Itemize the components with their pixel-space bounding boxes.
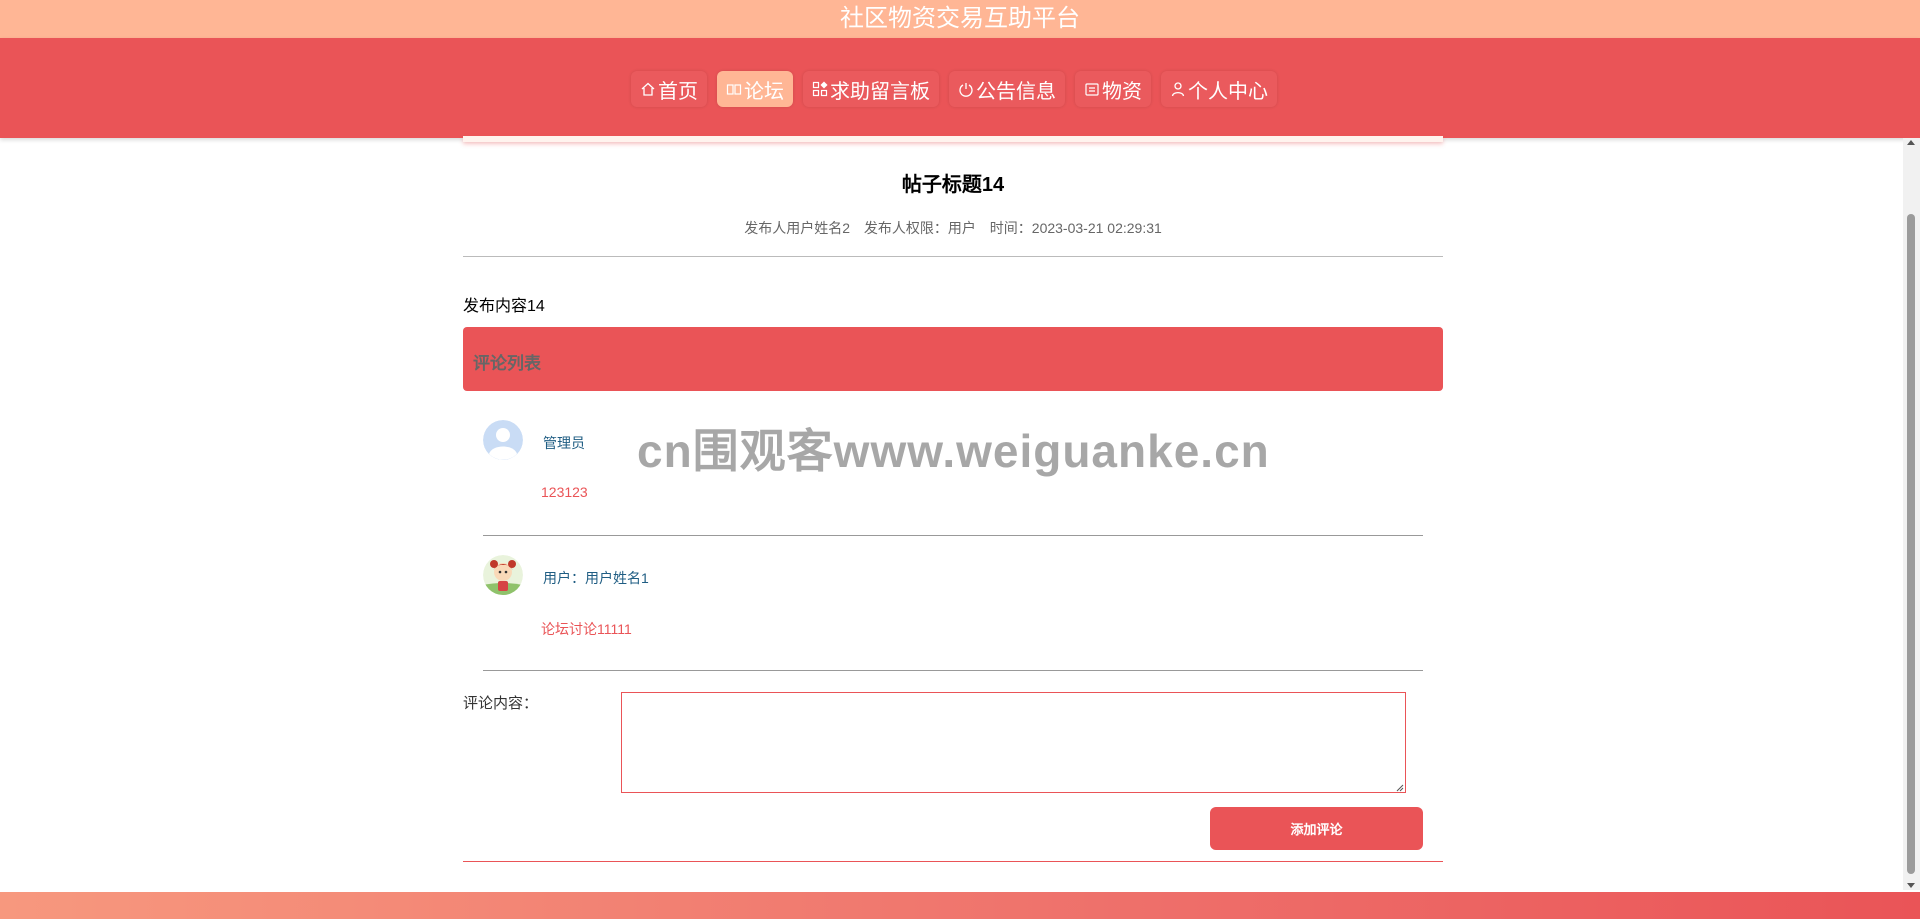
nav-item-help-board[interactable]: 求助留言板 bbox=[803, 71, 939, 107]
nav-item-label: 物资 bbox=[1102, 80, 1142, 103]
post-meta: 发布人用户姓名2 发布人权限：用户 时间：2023-03-21 02:29:31 bbox=[463, 218, 1443, 238]
scrollbar[interactable] bbox=[1903, 138, 1920, 890]
cartoon-avatar-icon bbox=[483, 555, 523, 595]
home-icon bbox=[641, 82, 655, 96]
comment-divider bbox=[483, 535, 1423, 536]
site-title: 社区物资交易互助平台 bbox=[840, 5, 1080, 32]
resize-handle-icon[interactable] bbox=[1396, 784, 1404, 792]
box-icon bbox=[1085, 83, 1099, 96]
nav-item-notice[interactable]: 公告信息 bbox=[949, 71, 1065, 107]
post-author: 发布人用户姓名2 bbox=[744, 220, 850, 236]
post-time: 时间：2023-03-21 02:29:31 bbox=[989, 220, 1162, 236]
grid-icon bbox=[812, 81, 828, 97]
divider bbox=[463, 861, 1443, 862]
scrollbar-thumb[interactable] bbox=[1907, 214, 1915, 874]
power-icon bbox=[959, 83, 973, 97]
add-comment-button[interactable]: 添加评论 bbox=[1210, 807, 1423, 850]
nav-item-label: 求助留言板 bbox=[830, 80, 930, 103]
comment-user: 用户：用户姓名1 bbox=[543, 570, 649, 586]
comment-text: 123123 bbox=[541, 484, 588, 500]
nav-item-forum[interactable]: 论坛 bbox=[717, 71, 793, 107]
main-nav: 首页 论坛 求助留言板 公告信息 物资 个人中心 bbox=[0, 38, 1920, 138]
post-title: 帖子标题14 bbox=[901, 174, 1005, 196]
nav-item-supplies[interactable]: 物资 bbox=[1075, 71, 1151, 107]
content-top-edge bbox=[463, 136, 1443, 142]
scroll-up-arrow-icon[interactable] bbox=[1907, 140, 1915, 145]
comment-list-title: 评论列表 bbox=[473, 354, 541, 373]
comment-divider bbox=[483, 670, 1423, 671]
nav-item-label: 公告信息 bbox=[976, 80, 1056, 103]
watermark-text: cn围观客www.weiguanke.cn bbox=[637, 425, 1270, 477]
forum-icon bbox=[726, 84, 742, 95]
nav-item-home[interactable]: 首页 bbox=[631, 71, 707, 107]
comment-input[interactable] bbox=[621, 692, 1406, 793]
comment-form-label: 评论内容： bbox=[463, 695, 539, 712]
comment-text: 论坛讨论11111 bbox=[541, 621, 632, 637]
scroll-down-arrow-icon[interactable] bbox=[1907, 883, 1915, 888]
post-content: 发布内容14 bbox=[463, 298, 545, 315]
nav-item-profile[interactable]: 个人中心 bbox=[1161, 71, 1277, 107]
site-header: 社区物资交易互助平台 bbox=[0, 0, 1920, 38]
user-icon bbox=[1171, 82, 1185, 97]
nav-list: 首页 论坛 求助留言板 公告信息 物资 个人中心 bbox=[631, 71, 1277, 107]
nav-item-label: 首页 bbox=[658, 80, 698, 103]
divider bbox=[463, 256, 1443, 257]
comment-list-header: 评论列表 bbox=[463, 327, 1443, 391]
nav-item-label: 论坛 bbox=[744, 80, 784, 103]
comment-user: 管理员 bbox=[543, 435, 585, 451]
post-role: 发布人权限：用户 bbox=[863, 220, 976, 236]
footer-bar bbox=[0, 892, 1920, 919]
nav-item-label: 个人中心 bbox=[1188, 80, 1268, 103]
default-avatar-icon bbox=[483, 420, 523, 460]
